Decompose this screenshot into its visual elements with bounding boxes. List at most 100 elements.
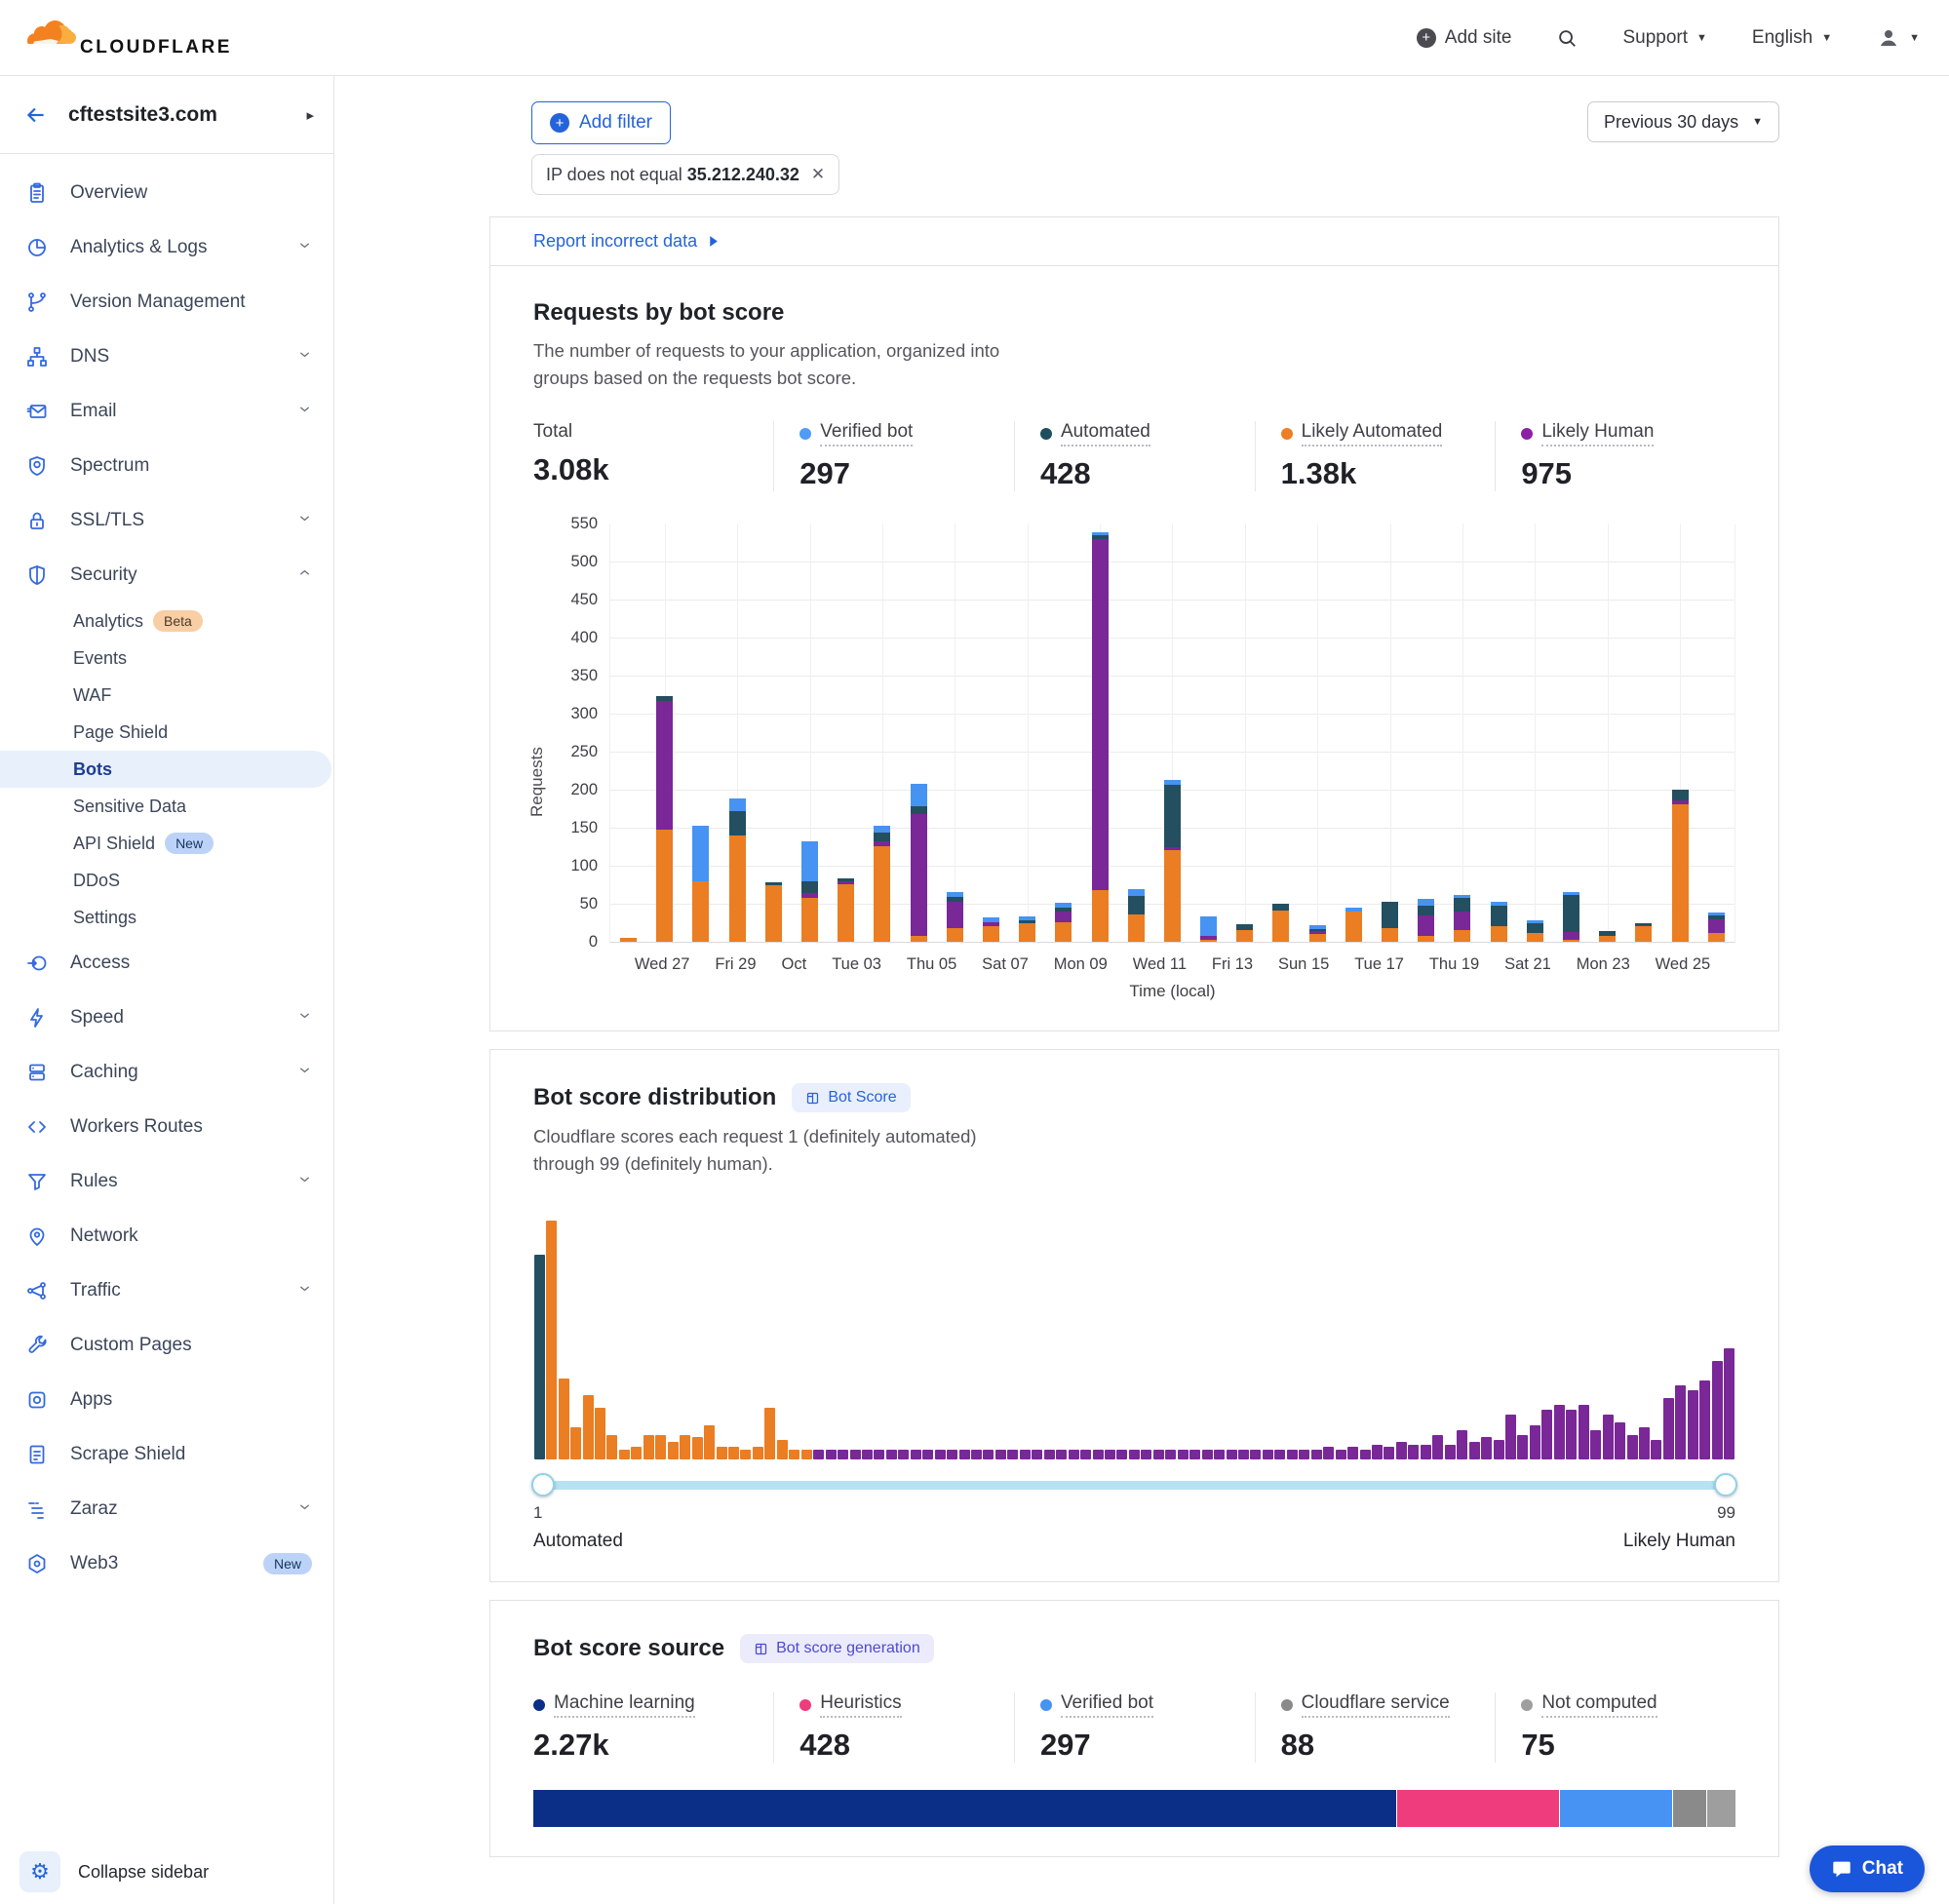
stat-label[interactable]: Automated	[1040, 421, 1235, 447]
segment-automated	[1055, 908, 1072, 912]
sidebar-item-spectrum[interactable]: Spectrum	[0, 439, 333, 493]
score-bar-97	[1699, 1213, 1711, 1459]
sidebar-item-analytics-logs[interactable]: Analytics & Logs	[0, 220, 333, 275]
segment-likely-automated	[1272, 911, 1289, 942]
bar-7	[828, 524, 864, 942]
score-bar-45	[1068, 1213, 1079, 1459]
sidebar-subitem-label: DDoS	[73, 871, 120, 891]
sidebar-item-traffic[interactable]: Traffic	[0, 1263, 333, 1318]
sidebar-subitem-waf[interactable]: WAF	[0, 677, 333, 714]
sidebar-item-security[interactable]: Security	[0, 548, 333, 602]
sidebar-subitem-events[interactable]: Events	[0, 640, 333, 677]
sidebar-item-version-management[interactable]: Version Management	[0, 275, 333, 330]
segment-automated	[729, 811, 746, 835]
bot-score-badge[interactable]: Bot Score	[792, 1083, 910, 1112]
segment-likely-automated	[983, 926, 999, 942]
stat-likely-automated: Likely Automated1.38k	[1255, 421, 1496, 491]
sidebar-subitem-analytics[interactable]: AnalyticsBeta	[0, 602, 333, 640]
sidebar-subitem-api-shield[interactable]: API ShieldNew	[0, 825, 333, 862]
score-bar-94	[1662, 1213, 1674, 1459]
back-arrow-icon[interactable]	[23, 102, 49, 128]
remove-filter-icon[interactable]: ✕	[811, 165, 825, 184]
chevron-right-icon[interactable]: ▸	[306, 106, 314, 124]
sidebar-subitem-sensitive-data[interactable]: Sensitive Data	[0, 788, 333, 825]
slider-handle-max[interactable]	[1714, 1473, 1737, 1496]
date-range-select[interactable]: Previous 30 days ▼	[1587, 101, 1779, 142]
score-range-slider	[533, 1473, 1735, 1496]
requests-stats-row: Total3.08kVerified bot297Automated428Lik…	[533, 421, 1735, 491]
collapse-sidebar[interactable]: ⚙ Collapse sidebar	[0, 1840, 333, 1904]
sidebar-item-dns[interactable]: DNS	[0, 330, 333, 384]
segment-verified-bot	[1128, 889, 1145, 896]
y-tick: 150	[570, 819, 598, 837]
cloudflare-logo[interactable]: CLOUDFLARE	[21, 18, 232, 58]
search-button[interactable]	[1556, 27, 1578, 49]
filter-bar: + Add filter IP does not equal 35.212.24…	[334, 76, 1949, 216]
bar-11	[973, 524, 1009, 942]
sidebar-item-caching[interactable]: Caching	[0, 1045, 333, 1100]
stat-label[interactable]: Machine learning	[533, 1692, 754, 1718]
score-bar-90	[1614, 1213, 1625, 1459]
source-stats-row: Machine learning2.27kHeuristics428Verifi…	[533, 1692, 1735, 1763]
sidebar-item-email[interactable]: Email	[0, 384, 333, 439]
sidebar-item-label: Security	[70, 564, 276, 586]
distribution-histogram	[533, 1213, 1735, 1459]
sidebar-item-zaraz[interactable]: Zaraz	[0, 1482, 333, 1536]
ssl-icon	[25, 509, 49, 532]
score-bar-84	[1541, 1213, 1553, 1459]
score-bar-8	[618, 1213, 630, 1459]
sidebar-subitem-bots[interactable]: Bots	[0, 751, 331, 788]
filter-chip[interactable]: IP does not equal 35.212.240.32 ✕	[531, 154, 839, 195]
sidebar-item-network[interactable]: Network	[0, 1209, 333, 1263]
stat-label[interactable]: Heuristics	[799, 1692, 994, 1718]
stat-label[interactable]: Verified bot	[799, 421, 994, 447]
sidebar-item-overview[interactable]: Overview	[0, 166, 333, 220]
scrape-shield-icon	[25, 1443, 49, 1466]
sidebar-item-access[interactable]: Access	[0, 936, 333, 991]
sidebar-item-web3[interactable]: Web3New	[0, 1536, 333, 1591]
sidebar-item-speed[interactable]: Speed	[0, 991, 333, 1045]
chat-button[interactable]: Chat	[1810, 1846, 1925, 1892]
bot-score-generation-badge[interactable]: Bot score generation	[740, 1634, 934, 1663]
segment-likely-automated	[729, 835, 746, 942]
stat-label[interactable]: Likely Human	[1521, 421, 1716, 447]
score-bar-38	[983, 1213, 994, 1459]
sidebar-item-custom-pages[interactable]: Custom Pages	[0, 1318, 333, 1373]
sidebar-item-scrape-shield[interactable]: Scrape Shield	[0, 1427, 333, 1482]
add-site-button[interactable]: + Add site	[1417, 27, 1512, 49]
account-menu[interactable]: ▼	[1877, 26, 1920, 50]
score-bar-78	[1468, 1213, 1480, 1459]
stat-label[interactable]: Verified bot	[1040, 1692, 1235, 1718]
sidebar-item-ssl-tls[interactable]: SSL/TLS	[0, 493, 333, 548]
sidebar-subitem-settings[interactable]: Settings	[0, 899, 333, 936]
gear-icon[interactable]: ⚙	[19, 1851, 60, 1892]
zaraz-icon	[25, 1497, 49, 1521]
segment-automated	[911, 806, 927, 814]
sidebar-subitem-label: API Shield	[73, 834, 155, 854]
speed-icon	[25, 1006, 49, 1030]
sidebar-item-label: Version Management	[70, 291, 312, 313]
slider-handle-min[interactable]	[531, 1473, 555, 1496]
stat-label[interactable]: Likely Automated	[1281, 421, 1476, 447]
score-bar-29	[874, 1213, 885, 1459]
sidebar-subitem-page-shield[interactable]: Page Shield	[0, 714, 333, 751]
segment-likely-automated	[801, 898, 818, 942]
add-filter-button[interactable]: + Add filter	[531, 101, 671, 144]
segment-verified-bot	[1019, 916, 1035, 920]
language-menu[interactable]: English ▼	[1752, 27, 1832, 49]
sidebar-item-apps[interactable]: Apps	[0, 1373, 333, 1427]
sidebar-subitem-ddos[interactable]: DDoS	[0, 862, 333, 899]
score-bar-5	[582, 1213, 594, 1459]
stat-label[interactable]: Not computed	[1521, 1692, 1716, 1718]
score-bar-91	[1626, 1213, 1638, 1459]
report-incorrect-data-link[interactable]: Report incorrect data	[490, 217, 1778, 266]
segment-likely-automated	[1236, 930, 1253, 942]
segment-likely-automated	[1345, 912, 1362, 942]
sidebar-item-rules[interactable]: Rules	[0, 1154, 333, 1209]
support-menu[interactable]: Support ▼	[1622, 27, 1706, 49]
stat-label[interactable]: Cloudflare service	[1281, 1692, 1476, 1718]
score-bar-58	[1226, 1213, 1237, 1459]
score-bar-80	[1493, 1213, 1504, 1459]
sidebar-item-workers-routes[interactable]: Workers Routes	[0, 1100, 333, 1154]
segment-verified-bot	[1527, 920, 1543, 923]
